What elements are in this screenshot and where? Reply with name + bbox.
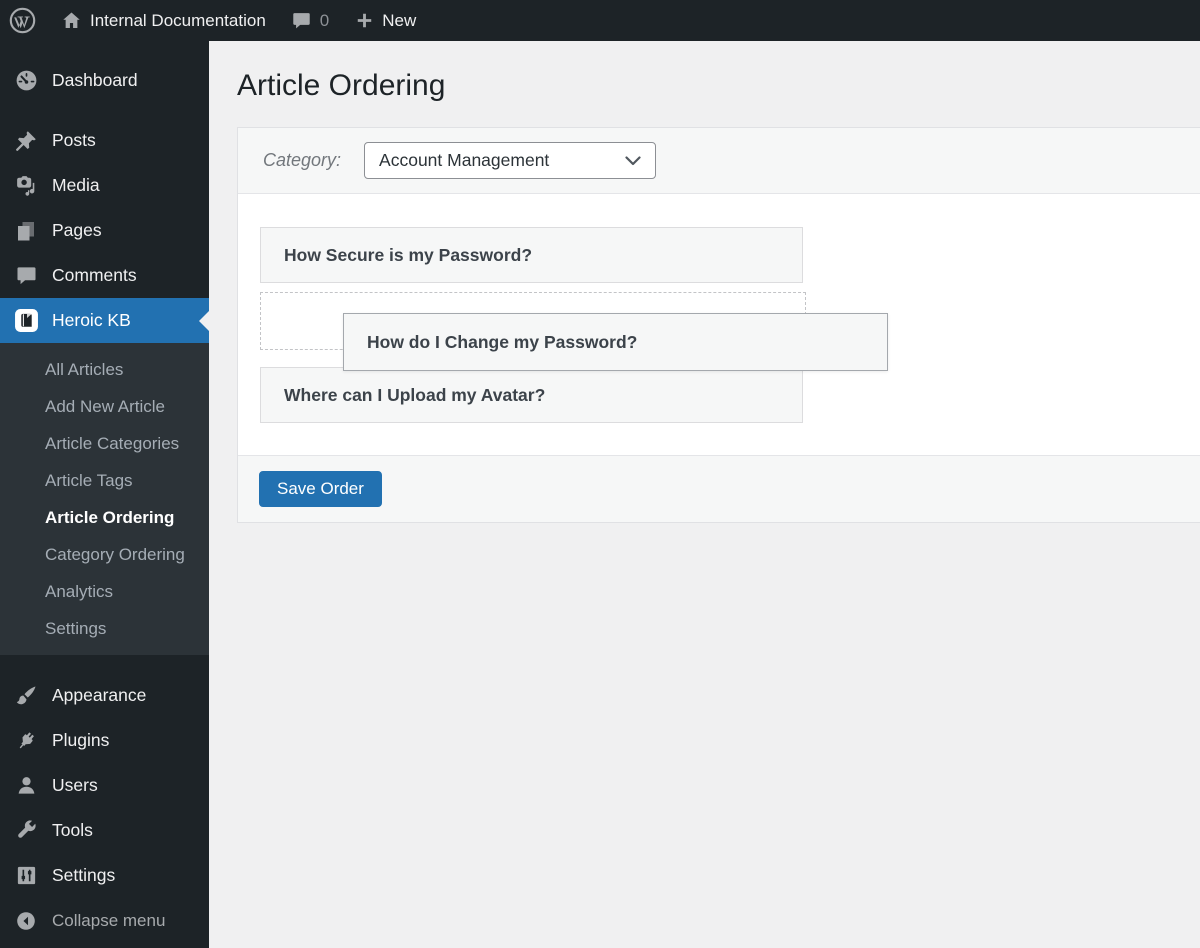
admin-menu: Dashboard Posts Media Pages Comments Her… — [0, 41, 209, 948]
sidebar-item-label: Heroic KB — [52, 310, 131, 330]
sliders-icon — [13, 863, 39, 889]
sidebar-item-media[interactable]: Media — [0, 163, 209, 208]
wrench-icon — [13, 818, 39, 844]
brush-icon — [13, 683, 39, 709]
sidebar-item-tools[interactable]: Tools — [0, 808, 209, 853]
article-ordering-panel: Category: Account Management How Secure … — [237, 127, 1200, 523]
heroic-kb-submenu: All Articles Add New Article Article Cat… — [0, 343, 209, 655]
sidebar-item-label: Settings — [52, 865, 116, 885]
sidebar-item-label: Plugins — [52, 730, 110, 750]
sidebar-item-label: Pages — [52, 220, 102, 240]
submenu-article-categories[interactable]: Article Categories — [0, 425, 209, 462]
collapse-menu-button[interactable]: Collapse menu — [0, 898, 209, 943]
sidebar-item-comments[interactable]: Comments — [0, 253, 209, 298]
collapse-menu-label: Collapse menu — [52, 910, 166, 930]
comments-count: 0 — [319, 10, 330, 30]
admin-bar: Internal Documentation 0 New — [0, 0, 1200, 41]
sidebar-item-dashboard[interactable]: Dashboard — [0, 58, 209, 103]
site-name: Internal Documentation — [90, 10, 266, 30]
media-icon — [13, 173, 39, 199]
comments-shortcut[interactable]: 0 — [291, 10, 329, 31]
sidebar-item-label: Appearance — [52, 685, 147, 705]
page-title: Article Ordering — [237, 69, 446, 102]
book-icon — [13, 308, 39, 334]
submenu-article-ordering[interactable]: Article Ordering — [0, 499, 209, 536]
category-select[interactable]: Account Management — [364, 142, 657, 179]
sortable-article-list: How Secure is my Password? How do I Chan… — [238, 194, 1200, 455]
sidebar-item-label: Comments — [52, 265, 137, 285]
category-label: Category: — [263, 150, 342, 170]
collapse-arrow-icon — [13, 908, 39, 934]
sidebar-item-plugins[interactable]: Plugins — [0, 718, 209, 763]
chevron-down-icon — [625, 155, 641, 166]
category-selected-value: Account Management — [379, 150, 550, 170]
site-link[interactable]: Internal Documentation — [61, 10, 266, 31]
pages-icon — [13, 218, 39, 244]
home-icon — [61, 10, 82, 31]
sidebar-item-heroic-kb[interactable]: Heroic KB — [0, 298, 209, 343]
submenu-analytics[interactable]: Analytics — [0, 573, 209, 610]
new-label: New — [382, 10, 417, 30]
wordpress-logo-icon[interactable] — [9, 7, 36, 34]
sidebar-item-users[interactable]: Users — [0, 763, 209, 808]
comment-icon — [13, 263, 39, 289]
panel-footer: Save Order — [238, 455, 1200, 522]
menu-separator — [0, 103, 209, 118]
comment-bubble-icon — [291, 10, 312, 31]
sidebar-item-label: Media — [52, 175, 100, 195]
pushpin-icon — [13, 128, 39, 154]
sidebar-item-appearance[interactable]: Appearance — [0, 673, 209, 718]
sidebar-item-label: Posts — [52, 130, 96, 150]
submenu-article-tags[interactable]: Article Tags — [0, 462, 209, 499]
menu-separator — [0, 655, 209, 673]
sidebar-item-settings[interactable]: Settings — [0, 853, 209, 898]
article-title: How do I Change my Password? — [367, 331, 638, 352]
user-icon — [13, 773, 39, 799]
save-order-button[interactable]: Save Order — [259, 471, 382, 507]
article-item[interactable]: Where can I Upload my Avatar? — [260, 367, 803, 423]
article-item[interactable]: How Secure is my Password? — [260, 227, 803, 283]
submenu-category-ordering[interactable]: Category Ordering — [0, 536, 209, 573]
sidebar-item-pages[interactable]: Pages — [0, 208, 209, 253]
article-title: How Secure is my Password? — [284, 244, 533, 265]
sidebar-item-label: Tools — [52, 820, 93, 840]
main-content: Article Ordering Category: Account Manag… — [209, 41, 1200, 948]
submenu-settings[interactable]: Settings — [0, 610, 209, 647]
dashboard-icon — [13, 68, 39, 94]
sidebar-item-label: Dashboard — [52, 70, 138, 90]
new-content-button[interactable]: New — [355, 11, 416, 31]
sidebar-item-label: Users — [52, 775, 98, 795]
article-title: Where can I Upload my Avatar? — [284, 384, 546, 405]
submenu-add-new-article[interactable]: Add New Article — [0, 388, 209, 425]
submenu-all-articles[interactable]: All Articles — [0, 351, 209, 388]
sidebar-item-posts[interactable]: Posts — [0, 118, 209, 163]
plug-icon — [13, 728, 39, 754]
plus-icon — [355, 11, 374, 30]
category-bar: Category: Account Management — [238, 128, 1200, 194]
article-item-dragging[interactable]: How do I Change my Password? — [343, 313, 888, 371]
